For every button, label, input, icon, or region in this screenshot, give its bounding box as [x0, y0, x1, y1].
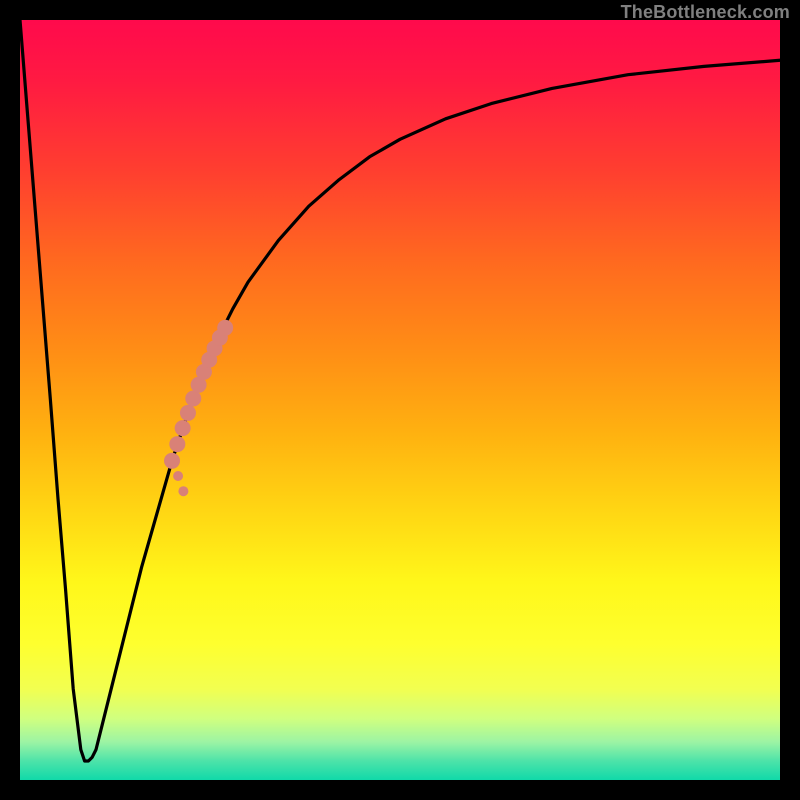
- plot-area: [20, 20, 780, 780]
- plot-svg: [20, 20, 780, 780]
- marker-point: [185, 390, 201, 406]
- marker-point: [169, 436, 185, 452]
- chart-frame: TheBottleneck.com: [0, 0, 800, 800]
- marker-point: [217, 320, 233, 336]
- curve-markers: [164, 320, 233, 496]
- bottleneck-curve: [20, 20, 780, 761]
- marker-point: [173, 471, 183, 481]
- marker-point: [178, 486, 188, 496]
- marker-point: [180, 405, 196, 421]
- marker-point: [164, 453, 180, 469]
- marker-point: [175, 420, 191, 436]
